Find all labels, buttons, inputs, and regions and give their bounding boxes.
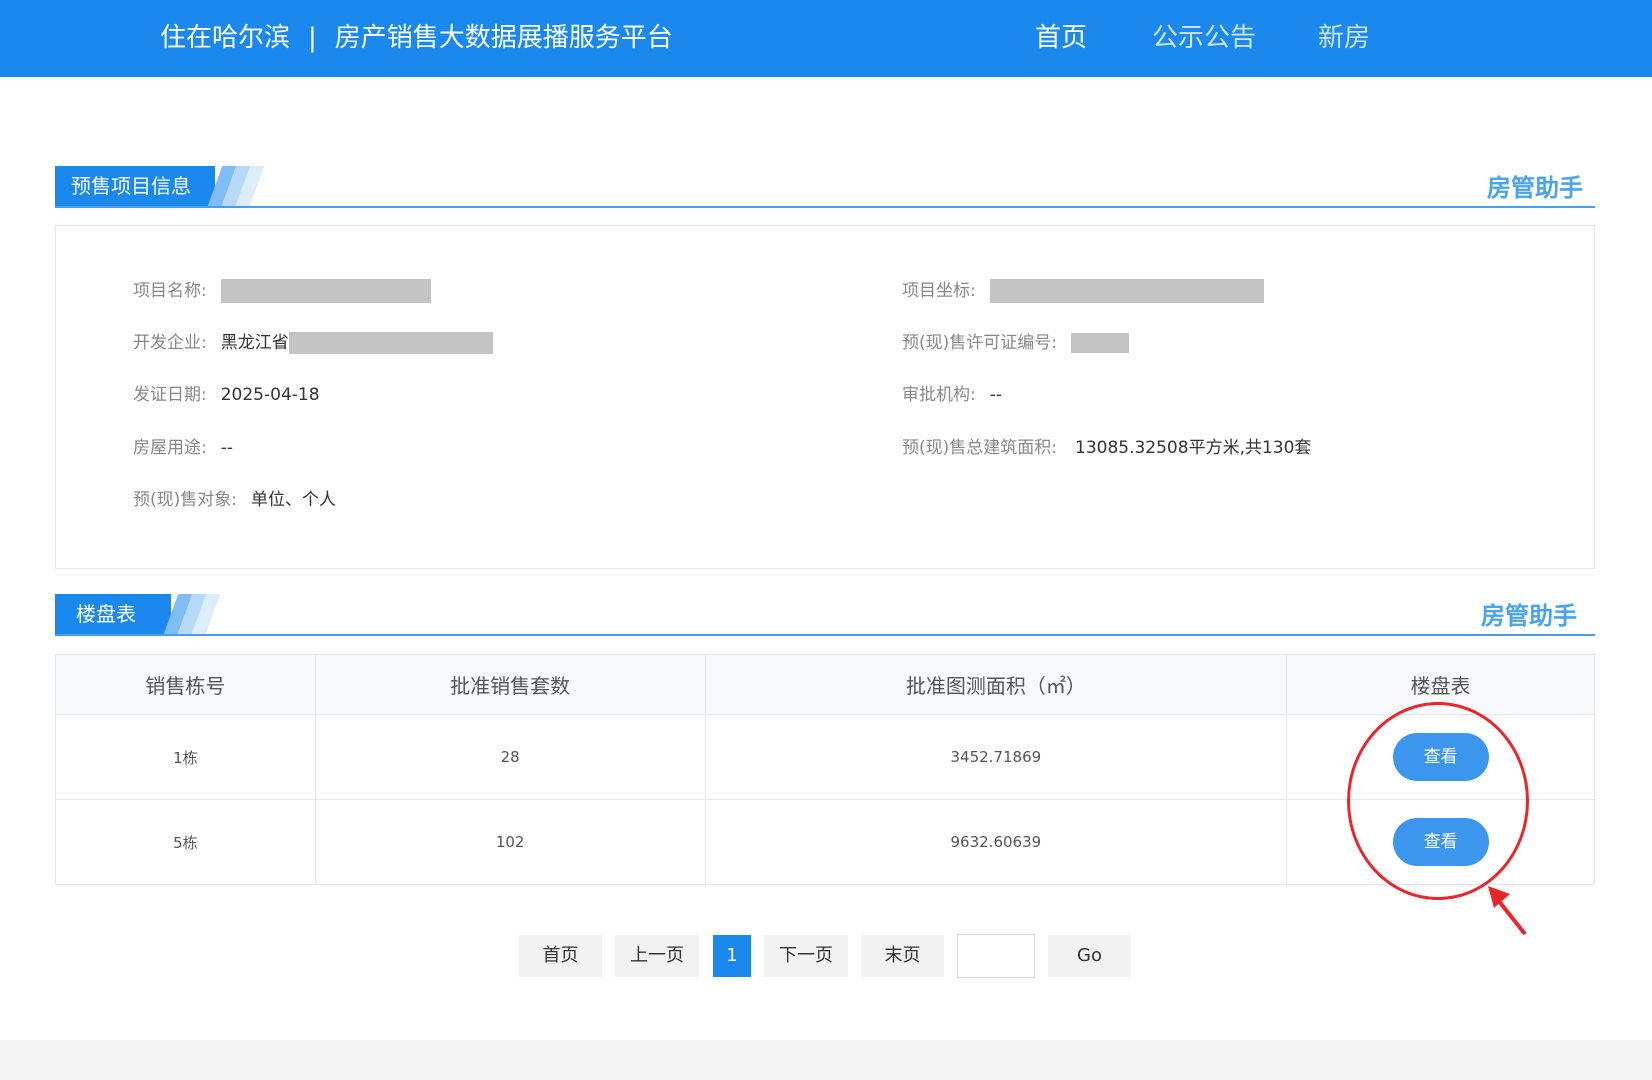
- cell-units: 102: [314, 799, 706, 885]
- redacted-value: [1071, 333, 1129, 353]
- brand-platform: 房产销售大数据展播服务平台: [334, 23, 673, 53]
- developer-value: 黑龙江省: [221, 332, 493, 354]
- cell-units: 28: [314, 714, 706, 800]
- issue-date-label: 发证日期:: [133, 385, 207, 405]
- table-header-row: 销售栋号 批准销售套数 批准图测面积（㎡） 楼盘表: [55, 654, 1595, 715]
- nav-new-house[interactable]: 新房: [1318, 0, 1370, 77]
- page-footer: [0, 1040, 1652, 1080]
- approval-row: 审批机构: --: [902, 382, 1002, 408]
- usage-label: 房屋用途:: [133, 438, 207, 458]
- target-row: 预(现)售对象: 单位、个人: [133, 487, 336, 513]
- top-header: 住在哈尔滨 | 房产销售大数据展播服务平台 首页 公示公告 新房: [0, 0, 1652, 77]
- cell-area: 9632.60639: [704, 799, 1288, 885]
- nav-notice[interactable]: 公示公告: [1152, 0, 1256, 77]
- issue-date-value: 2025-04-18: [220, 385, 320, 405]
- redacted-value: [989, 279, 1264, 303]
- presale-section-header: 预售项目信息 房管助手: [55, 166, 1595, 208]
- buildings-tag: 楼盘表: [55, 594, 171, 634]
- col-units: 批准销售套数: [314, 654, 706, 715]
- project-coord-label: 项目坐标:: [902, 281, 976, 301]
- project-name-row: 项目名称:: [133, 278, 431, 304]
- usage-value: --: [220, 438, 234, 458]
- page-jump-input[interactable]: [957, 934, 1035, 978]
- cell-building: 5栋: [55, 799, 316, 885]
- total-area-value: 13085.32508平方米,共130套: [1075, 438, 1312, 458]
- pager-current-page[interactable]: 1: [713, 935, 751, 977]
- license-row: 预(现)售许可证编号:: [902, 330, 1129, 356]
- pager-prev-button[interactable]: 上一页: [615, 935, 699, 977]
- brand-separator: |: [308, 23, 317, 53]
- house-helper-link[interactable]: 房管助手: [1481, 596, 1577, 631]
- project-coord-row: 项目坐标:: [902, 278, 1264, 304]
- redacted-value: [220, 279, 431, 303]
- brand-city: 住在哈尔滨: [160, 23, 291, 53]
- cell-area: 3452.71869: [704, 714, 1288, 800]
- project-name-label: 项目名称:: [133, 281, 207, 301]
- col-building: 销售栋号: [55, 654, 316, 715]
- site-brand[interactable]: 住在哈尔滨 | 房产销售大数据展播服务平台: [160, 0, 673, 77]
- license-label: 预(现)售许可证编号:: [902, 333, 1057, 353]
- house-helper-link[interactable]: 房管助手: [1487, 168, 1583, 203]
- total-area-row: 预(现)售总建筑面积: 13085.32508平方米,共130套: [902, 435, 1311, 461]
- pager-go-button[interactable]: Go: [1048, 935, 1131, 977]
- annotation-arrow-icon: [1488, 886, 1527, 936]
- presale-tag: 预售项目信息: [55, 166, 215, 206]
- pager-first-button[interactable]: 首页: [519, 935, 602, 977]
- nav-home[interactable]: 首页: [1035, 0, 1087, 77]
- presale-info-panel: 项目名称: 项目坐标: 开发企业: 黑龙江省 预(现)售许可证编号: 发证日期: 2…: [55, 225, 1595, 569]
- annotation-circle: [1347, 702, 1529, 900]
- usage-row: 房屋用途: --: [133, 435, 233, 461]
- developer-label: 开发企业:: [133, 333, 207, 353]
- pager-last-button[interactable]: 末页: [861, 935, 944, 977]
- col-area: 批准图测面积（㎡）: [704, 654, 1288, 715]
- approval-label: 审批机构:: [902, 385, 976, 405]
- issue-date-row: 发证日期: 2025-04-18: [133, 382, 320, 408]
- total-area-label: 预(现)售总建筑面积:: [902, 438, 1057, 458]
- target-label: 预(现)售对象:: [133, 490, 237, 510]
- pager-next-button[interactable]: 下一页: [764, 935, 848, 977]
- buildings-section-header: 楼盘表 房管助手: [55, 594, 1595, 636]
- redacted-value: [288, 332, 493, 354]
- developer-row: 开发企业: 黑龙江省: [133, 330, 493, 356]
- cell-building: 1栋: [55, 714, 316, 800]
- approval-value: --: [989, 385, 1003, 405]
- target-value: 单位、个人: [251, 490, 336, 510]
